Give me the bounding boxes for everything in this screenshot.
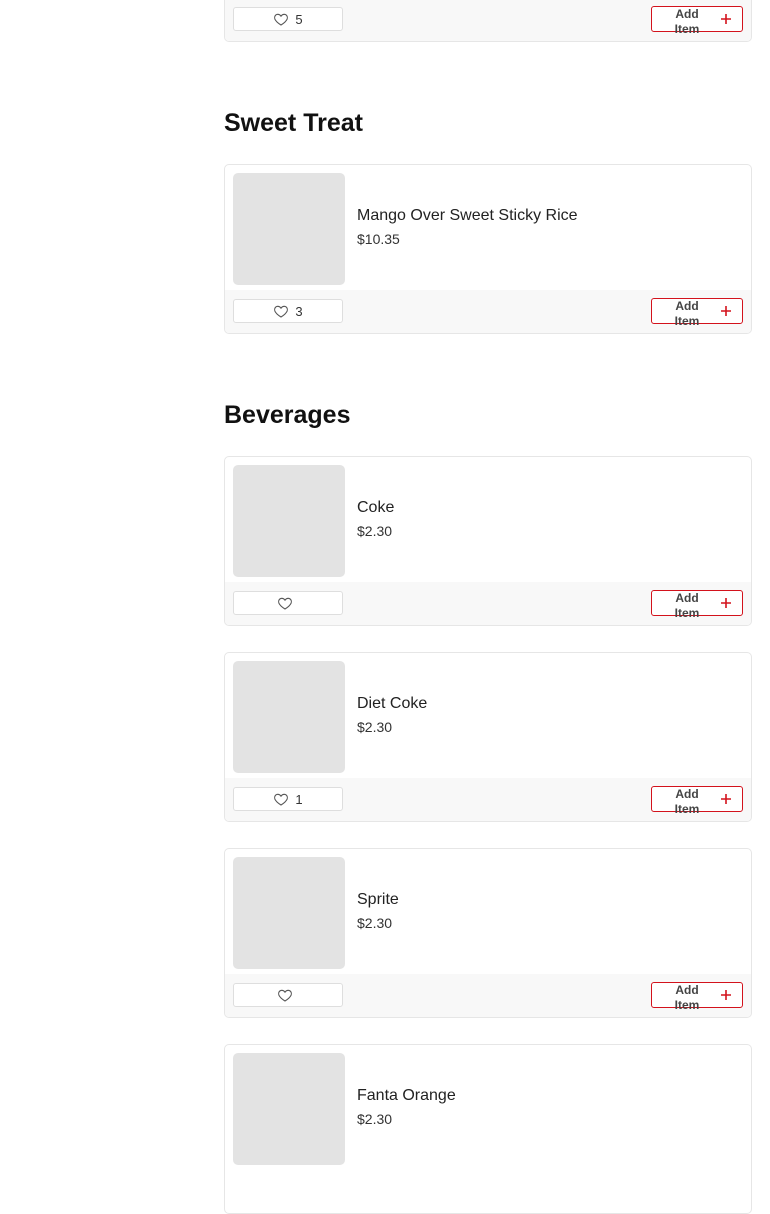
add-item-button[interactable]: Add Item — [651, 590, 743, 620]
like-button[interactable] — [233, 591, 343, 615]
item-image-placeholder — [233, 173, 345, 285]
add-item-button[interactable]: Add Item — [651, 982, 743, 1012]
plus-icon — [721, 14, 731, 24]
like-count: 3 — [295, 303, 303, 319]
section-title-sweet-treat: Sweet Treat — [224, 109, 363, 137]
like-button[interactable]: 3 — [233, 299, 343, 323]
like-count: 5 — [295, 11, 303, 27]
like-button[interactable]: 1 — [233, 787, 343, 811]
add-item-button[interactable]: Add Item — [651, 298, 743, 328]
add-item-label: Add Item — [674, 983, 700, 1012]
add-item-label: Add Item — [674, 7, 700, 36]
item-name: Mango Over Sweet Sticky Rice — [357, 207, 578, 224]
heart-icon — [278, 989, 292, 1002]
item-image-placeholder — [233, 1053, 345, 1165]
menu-item-card[interactable]: Fanta Orange $2.30 — [224, 1044, 752, 1214]
menu-item-card: 5 Add Item — [224, 0, 752, 42]
card-footer: Add Item — [225, 582, 751, 625]
plus-icon — [721, 990, 731, 1000]
card-footer: 1 Add Item — [225, 778, 751, 821]
item-price: $2.30 — [357, 523, 393, 539]
plus-icon — [721, 794, 731, 804]
add-item-label: Add Item — [674, 591, 700, 620]
menu-item-card[interactable]: Mango Over Sweet Sticky Rice $10.35 3 Ad… — [224, 164, 752, 334]
heart-icon — [274, 793, 289, 806]
card-footer: 5 Add Item — [225, 0, 751, 41]
section-title-beverages: Beverages — [224, 401, 351, 429]
item-image-placeholder — [233, 661, 345, 773]
add-item-button[interactable]: Add Item — [651, 786, 743, 816]
heart-icon — [278, 597, 292, 610]
menu-item-card[interactable]: Diet Coke $2.30 1 Add Item — [224, 652, 752, 822]
add-item-button[interactable]: Add Item — [651, 6, 743, 36]
card-footer: Add Item — [225, 974, 751, 1017]
item-image-placeholder — [233, 465, 345, 577]
item-name: Sprite — [357, 891, 399, 908]
heart-icon — [274, 305, 289, 318]
item-price: $2.30 — [357, 1111, 393, 1127]
item-name: Fanta Orange — [357, 1087, 456, 1104]
item-name: Diet Coke — [357, 695, 428, 712]
plus-icon — [721, 306, 731, 316]
item-price: $10.35 — [357, 231, 400, 247]
like-button[interactable]: 5 — [233, 7, 343, 31]
like-button[interactable] — [233, 983, 343, 1007]
add-item-label: Add Item — [674, 299, 700, 328]
item-name: Coke — [357, 499, 395, 516]
menu-item-card[interactable]: Sprite $2.30 Add Item — [224, 848, 752, 1018]
heart-icon — [274, 13, 289, 26]
add-item-label: Add Item — [674, 787, 700, 816]
item-price: $2.30 — [357, 719, 393, 735]
item-price: $2.30 — [357, 915, 393, 931]
card-footer: 3 Add Item — [225, 290, 751, 333]
menu-item-card[interactable]: Coke $2.30 Add Item — [224, 456, 752, 626]
plus-icon — [721, 598, 731, 608]
item-image-placeholder — [233, 857, 345, 969]
like-count: 1 — [295, 791, 303, 807]
